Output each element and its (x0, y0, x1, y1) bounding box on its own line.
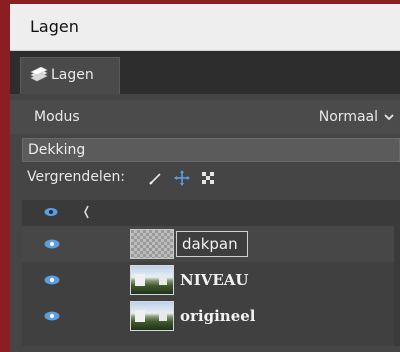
scrollbar[interactable] (394, 226, 400, 346)
opacity-label: Dekking (28, 142, 86, 158)
layer-name: NIVEAU (180, 271, 249, 289)
mode-dropdown[interactable]: Normaal (290, 100, 400, 134)
layers-panel: Modus Normaal Dekking Vergrendelen: dakp… (10, 94, 400, 352)
tab-row: Lagen (10, 51, 400, 94)
mode-row: Modus Normaal (10, 100, 400, 134)
lock-position-icon[interactable] (174, 170, 190, 186)
layer-name: dakpan (182, 235, 238, 253)
lock-paint-icon[interactable] (148, 170, 164, 186)
lock-row: Vergrendelen: (22, 168, 400, 192)
window-title: Lagen (30, 17, 79, 36)
layer-row-dakpan[interactable]: dakpan (22, 226, 400, 262)
thumbnail-building (135, 310, 145, 322)
layer-thumbnail (130, 265, 174, 295)
layers-icon (30, 67, 48, 82)
mode-label: Modus (34, 109, 80, 125)
layer-list-header (22, 200, 400, 226)
layer-thumbnail (130, 301, 174, 331)
thumbnail-building (159, 311, 167, 321)
chevron-down-icon (384, 114, 394, 121)
layer-name: origineel (180, 307, 256, 325)
layer-row-origineel[interactable]: origineel (22, 298, 400, 334)
layer-row-niveau[interactable]: NIVEAU (22, 262, 400, 298)
layer-thumbnail (130, 229, 174, 259)
eye-icon[interactable] (44, 207, 58, 217)
visibility-eye-icon[interactable] (44, 239, 60, 249)
tab-label: Lagen (51, 67, 94, 83)
layers-dialog: Lagen Lagen Modus Normaal Dekking Vergre… (10, 4, 400, 352)
thumbnail-building (135, 274, 145, 286)
chain-icon[interactable] (82, 204, 92, 220)
opacity-slider[interactable]: Dekking (22, 138, 400, 162)
lock-alpha-icon[interactable] (200, 170, 216, 186)
lock-label: Vergrendelen: (27, 169, 126, 185)
visibility-eye-icon[interactable] (44, 275, 60, 285)
thumbnail-building (159, 275, 167, 285)
layer-list: dakpan NIVEAU origineel (22, 226, 400, 346)
visibility-eye-icon[interactable] (44, 311, 60, 321)
tab-lagen[interactable]: Lagen (20, 57, 120, 94)
title-bar: Lagen (10, 4, 400, 51)
mode-value: Normaal (318, 109, 378, 125)
